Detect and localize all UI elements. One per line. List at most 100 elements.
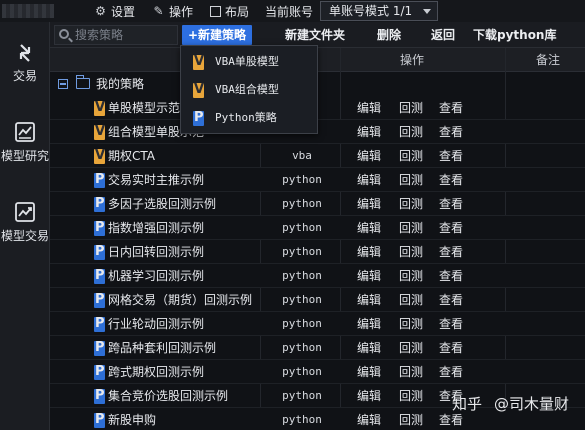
backtest-button[interactable]: 回测 (399, 120, 423, 144)
trend-chart-icon (15, 202, 35, 222)
strategy-name: 期权CTA (108, 149, 155, 163)
python-file-icon: P (94, 244, 105, 260)
edit-button[interactable]: 编辑 (357, 144, 381, 168)
strategy-type: python (282, 389, 322, 402)
backtest-button[interactable]: 回测 (399, 360, 423, 384)
edit-button[interactable]: 编辑 (357, 240, 381, 264)
python-file-icon: P (94, 388, 105, 404)
view-button[interactable]: 查看 (439, 192, 463, 216)
view-button[interactable]: 查看 (439, 240, 463, 264)
backtest-button[interactable]: 回测 (399, 216, 423, 240)
swap-arrows-icon (19, 44, 31, 62)
edit-button[interactable]: 编辑 (357, 336, 381, 360)
download-python-button[interactable]: 下载python库 (473, 25, 556, 45)
strategy-name: 多因子选股回测示例 (108, 197, 217, 211)
search-icon (59, 29, 69, 39)
table-row[interactable]: P 多因子选股回测示例 python 编辑 回测 查看 (50, 192, 585, 216)
vba-file-icon: V (94, 100, 106, 116)
column-header-operation[interactable]: 操作 (400, 48, 424, 72)
python-file-icon: P (193, 110, 204, 126)
strategy-type: python (282, 341, 322, 354)
strategy-name: 交易实时主推示例 (108, 173, 205, 187)
collapse-icon[interactable] (58, 79, 68, 89)
nav-item-model-trade[interactable]: 模型交易 (0, 200, 50, 244)
backtest-button[interactable]: 回测 (399, 288, 423, 312)
delete-button[interactable]: 删除 (377, 25, 401, 45)
new-strategy-dropdown: V VBA单股模型 V VBA组合模型 P Python策略 (180, 45, 318, 134)
edit-button[interactable]: 编辑 (357, 384, 381, 408)
backtest-button[interactable]: 回测 (399, 192, 423, 216)
edit-button[interactable]: 编辑 (357, 408, 381, 430)
backtest-button[interactable]: 回测 (399, 144, 423, 168)
edit-button[interactable]: 编辑 (357, 360, 381, 384)
view-button[interactable]: 查看 (439, 336, 463, 360)
backtest-button[interactable]: 回测 (399, 240, 423, 264)
watermark: 知乎 @司木量财 (452, 394, 570, 413)
python-file-icon: P (94, 220, 105, 236)
view-button[interactable]: 查看 (439, 264, 463, 288)
back-button[interactable]: 返回 (431, 25, 455, 45)
backtest-button[interactable]: 回测 (399, 384, 423, 408)
vba-file-icon: V (193, 54, 205, 70)
strategy-name: 跨式期权回测示例 (108, 365, 205, 379)
nav-item-trade[interactable]: 交易 (0, 42, 50, 84)
view-button[interactable]: 查看 (439, 144, 463, 168)
view-button[interactable]: 查看 (439, 360, 463, 384)
view-button[interactable]: 查看 (439, 120, 463, 144)
edit-button[interactable]: 编辑 (357, 192, 381, 216)
backtest-button[interactable]: 回测 (399, 336, 423, 360)
view-button[interactable]: 查看 (439, 96, 463, 120)
edit-button[interactable]: 编辑 (357, 96, 381, 120)
view-button[interactable]: 查看 (439, 312, 463, 336)
strategy-name: 单股模型示范 (108, 101, 181, 115)
settings-menu[interactable]: ⚙ 设置 (94, 2, 135, 20)
backtest-button[interactable]: 回测 (399, 264, 423, 288)
edit-button[interactable]: 编辑 (357, 120, 381, 144)
app-logo (2, 4, 54, 18)
python-file-icon: P (94, 412, 105, 428)
new-strategy-button[interactable]: +新建策略 (182, 25, 253, 45)
edit-button[interactable]: 编辑 (357, 312, 381, 336)
layout-icon (210, 5, 221, 17)
table-row[interactable]: V 期权CTA vba 编辑 回测 查看 (50, 144, 585, 168)
table-row[interactable]: P 指数增强回测示例 python 编辑 回测 查看 (50, 216, 585, 240)
strategy-name: 日内回转回测示例 (108, 245, 205, 259)
edit-button[interactable]: 编辑 (357, 264, 381, 288)
table-row[interactable]: P 网格交易（期货）回测示例 python 编辑 回测 查看 (50, 288, 585, 312)
view-button[interactable]: 查看 (439, 288, 463, 312)
backtest-button[interactable]: 回测 (399, 168, 423, 192)
table-row[interactable]: P 机器学习回测示例 python 编辑 回测 查看 (50, 264, 585, 288)
dropdown-item[interactable]: P Python策略 (181, 104, 317, 132)
dropdown-item[interactable]: V VBA单股模型 (181, 48, 317, 76)
table-row[interactable]: P 日内回转回测示例 python 编辑 回测 查看 (50, 240, 585, 264)
column-header-remark[interactable]: 备注 (536, 48, 560, 72)
layout-menu[interactable]: 布局 (210, 2, 249, 20)
table-row[interactable]: P 交易实时主推示例 python 编辑 回测 查看 (50, 168, 585, 192)
edit-button[interactable]: 编辑 (357, 288, 381, 312)
new-folder-button[interactable]: 新建文件夹 (285, 25, 345, 45)
edit-button[interactable]: 编辑 (357, 168, 381, 192)
table-row[interactable]: P 跨品种套利回测示例 python 编辑 回测 查看 (50, 336, 585, 360)
vba-file-icon: V (94, 124, 106, 140)
backtest-button[interactable]: 回测 (399, 312, 423, 336)
backtest-button[interactable]: 回测 (399, 408, 423, 430)
current-account-label: 当前账号 (265, 4, 314, 19)
table-row[interactable]: P 跨式期权回测示例 python 编辑 回测 查看 (50, 360, 585, 384)
backtest-button[interactable]: 回测 (399, 96, 423, 120)
table-row[interactable]: P 行业轮动回测示例 python 编辑 回测 查看 (50, 312, 585, 336)
view-button[interactable]: 查看 (439, 216, 463, 240)
search-input[interactable]: 搜索策略 (54, 25, 178, 45)
account-mode-select[interactable]: 单账号模式 1/1 (320, 1, 438, 21)
strategy-type: python (282, 413, 322, 426)
view-button[interactable]: 查看 (439, 168, 463, 192)
strategy-name: 网格交易（期货）回测示例 (108, 293, 253, 307)
edit-button[interactable]: 编辑 (357, 216, 381, 240)
dropdown-item[interactable]: V VBA组合模型 (181, 76, 317, 104)
folder-icon (76, 75, 90, 89)
left-nav: 交易 模型研究 模型交易 (0, 22, 50, 430)
strategy-type: python (282, 317, 322, 330)
nav-item-model-research[interactable]: 模型研究 (0, 120, 50, 164)
strategy-type: python (282, 173, 322, 186)
python-file-icon: P (94, 316, 105, 332)
operations-menu[interactable]: ✎ 操作 (152, 2, 193, 20)
